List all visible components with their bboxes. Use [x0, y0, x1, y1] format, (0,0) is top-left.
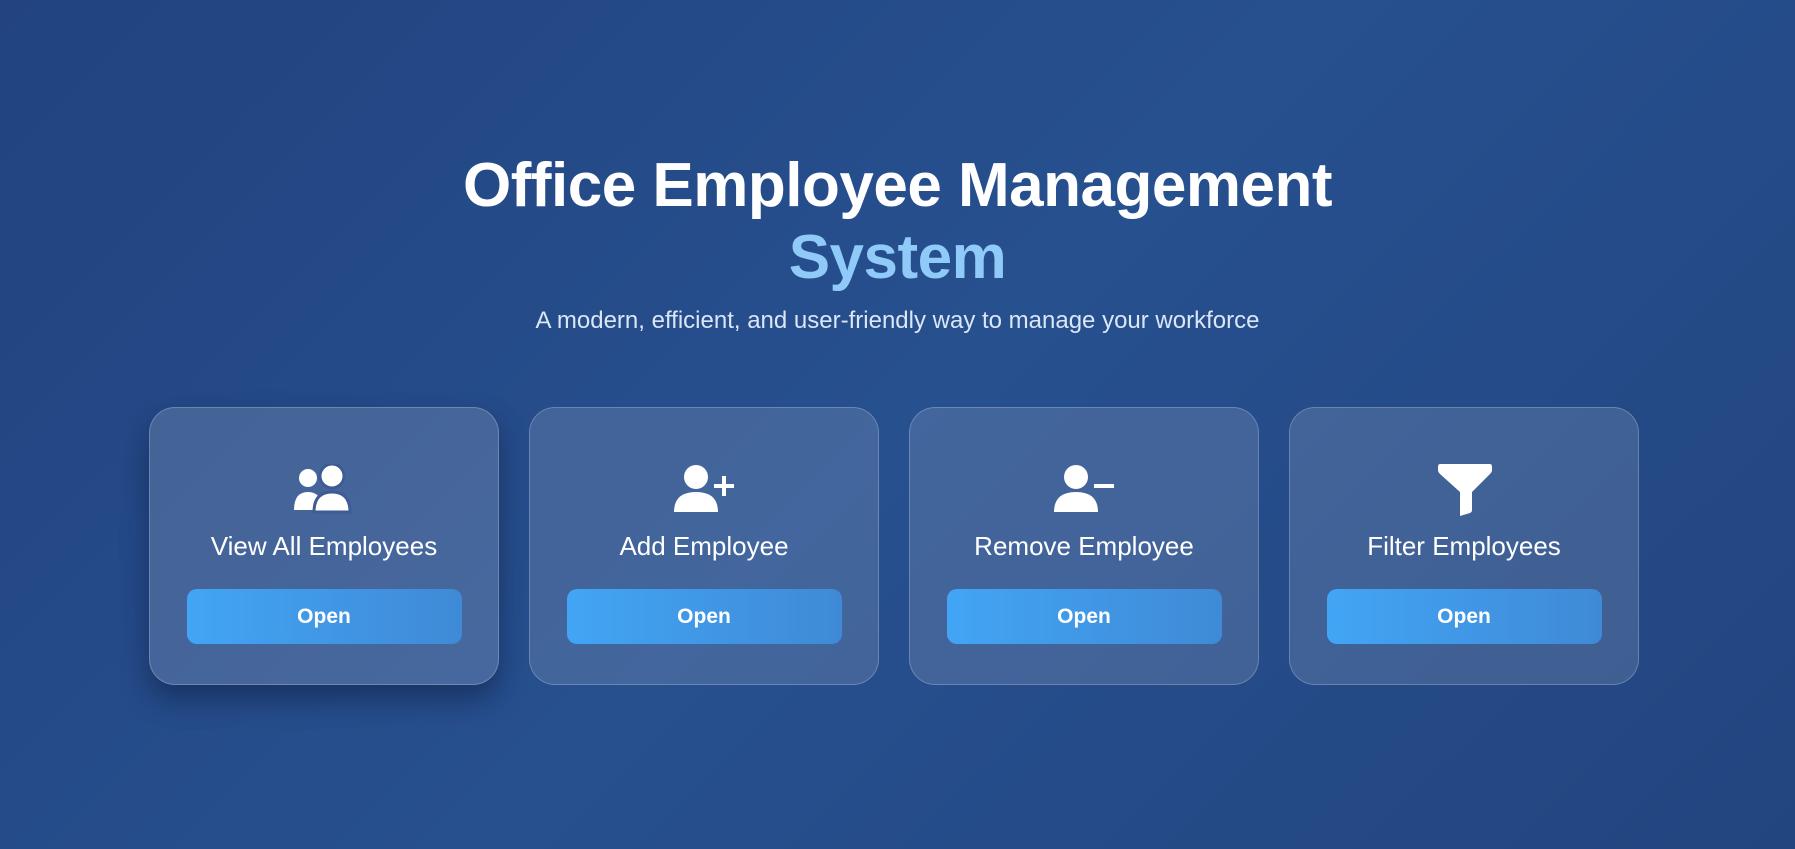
card-label: Add Employee	[619, 531, 789, 561]
card-label: View All Employees	[210, 531, 438, 561]
page-subtitle: A modern, efficient, and user-friendly w…	[535, 307, 1260, 334]
card-remove-employee[interactable]: Remove Employee Open	[909, 407, 1259, 685]
card-view-all-employees[interactable]: View All Employees Open	[149, 407, 499, 685]
card-add-employee[interactable]: Add Employee Open	[529, 407, 879, 685]
open-remove-employee-button[interactable]: Open	[946, 589, 1222, 644]
user-plus-icon	[672, 463, 736, 515]
open-view-all-employees-button[interactable]: Open	[186, 589, 462, 644]
hero-section: Office Employee Management System A mode…	[0, 150, 1795, 336]
open-add-employee-button[interactable]: Open	[566, 589, 842, 644]
filter-icon	[1432, 463, 1496, 516]
feature-cards: View All Employees Open Add Employee Ope…	[149, 407, 1639, 685]
open-filter-employees-button[interactable]: Open	[1326, 589, 1602, 644]
users-icon	[292, 463, 356, 515]
page-title-accent: System	[788, 223, 1007, 292]
card-label: Filter Employees	[1367, 531, 1561, 561]
page-title-main: Office Employee Management	[462, 151, 1333, 220]
user-minus-icon	[1052, 463, 1116, 515]
card-filter-employees[interactable]: Filter Employees Open	[1289, 407, 1639, 685]
page-title: Office Employee Management System	[0, 150, 1795, 294]
card-label: Remove Employee	[974, 531, 1194, 561]
